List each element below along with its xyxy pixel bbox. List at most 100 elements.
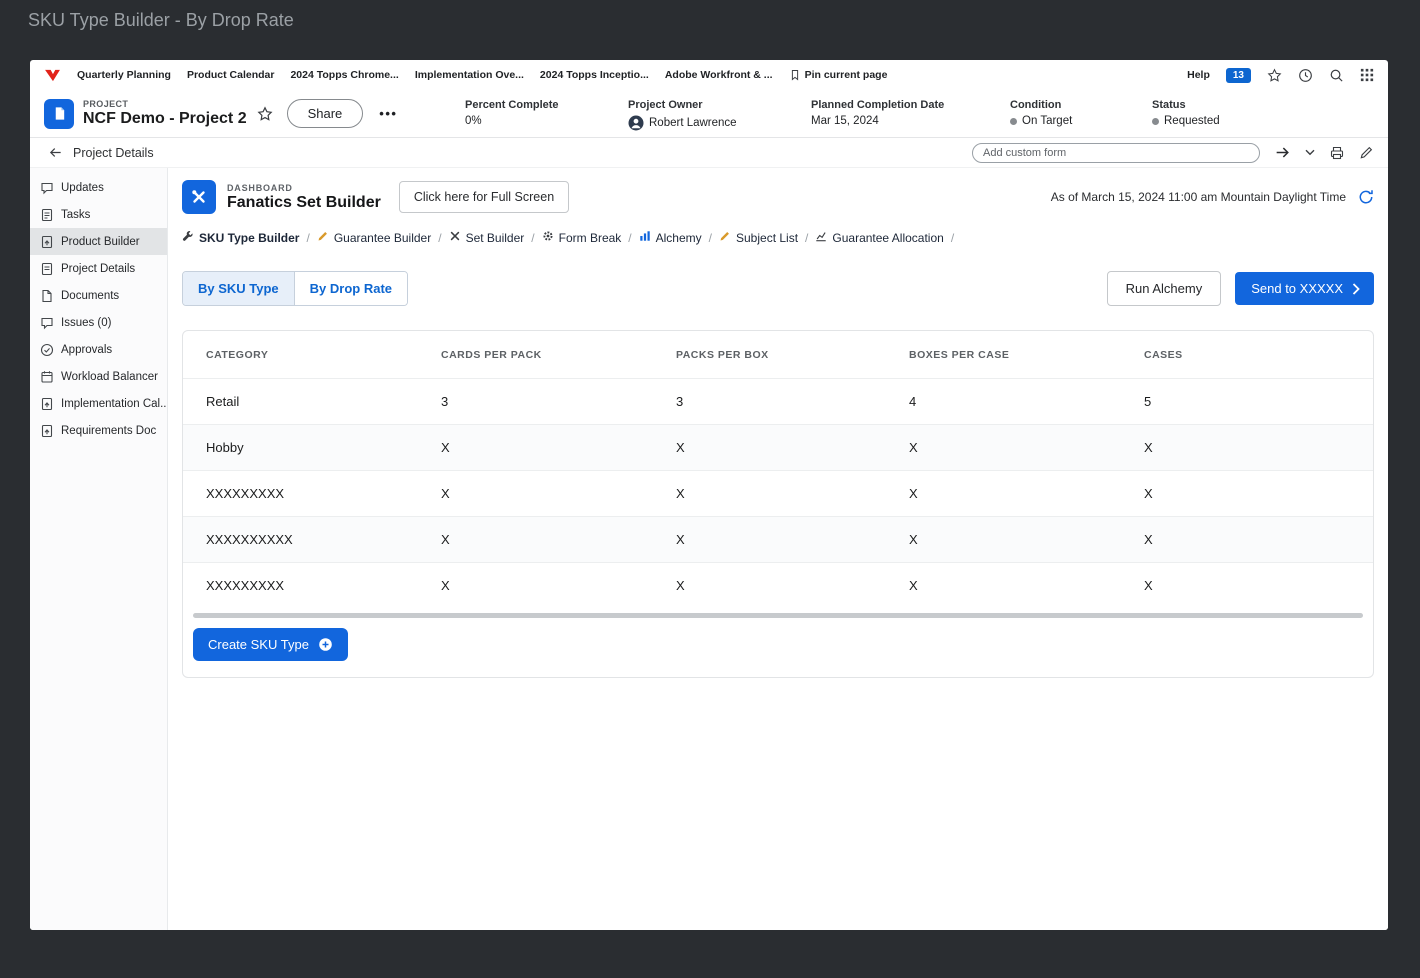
sidebar-item-approvals[interactable]: Approvals xyxy=(30,336,167,363)
app-body: Updates Tasks Product Builder Project De… xyxy=(30,168,1388,930)
sidebar-item-implementation-calendar[interactable]: Implementation Cal... xyxy=(30,390,167,417)
fullscreen-button[interactable]: Click here for Full Screen xyxy=(398,181,570,213)
table-row[interactable]: XXXXXXXXX X X X X xyxy=(183,562,1373,608)
sidebar-item-documents[interactable]: Documents xyxy=(30,282,167,309)
cell-category: XXXXXXXXX xyxy=(206,578,285,593)
column-header: PACKS PER BOX xyxy=(676,348,769,361)
field-label: Project Owner xyxy=(628,99,703,111)
create-sku-type-button[interactable]: Create SKU Type xyxy=(193,628,348,661)
back-arrow-icon[interactable] xyxy=(48,145,63,160)
bookmark-item[interactable]: Quarterly Planning xyxy=(77,69,171,81)
nav-link-subject-list[interactable]: Subject List xyxy=(719,230,798,245)
notification-badge[interactable]: 13 xyxy=(1225,67,1251,83)
secondary-toolbar: Project Details xyxy=(30,138,1388,168)
tab-by-drop-rate[interactable]: By Drop Rate xyxy=(293,272,408,305)
cell-cards-per-pack: X xyxy=(441,578,450,593)
sidebar-item-workload-balancer[interactable]: Workload Balancer xyxy=(30,363,167,390)
asof-timestamp: As of March 15, 2024 11:00 am Mountain D… xyxy=(1050,190,1346,204)
table-row[interactable]: Hobby X X X X xyxy=(183,424,1373,470)
nav-link-guarantee-builder[interactable]: Guarantee Builder xyxy=(317,230,431,245)
bookmark-item[interactable]: 2024 Topps Chrome... xyxy=(290,69,398,81)
cell-cases: X xyxy=(1144,440,1153,455)
horizontal-scrollbar[interactable] xyxy=(193,613,1363,618)
table-row[interactable]: Retail 3 3 4 5 xyxy=(183,378,1373,424)
builder-doc-icon xyxy=(40,235,54,249)
sku-table-card: CATEGORY CARDS PER PACK PACKS PER BOX BO… xyxy=(182,330,1374,678)
project-title-block: PROJECT NCF Demo - Project 2 xyxy=(83,99,247,128)
sidebar-label: Tasks xyxy=(61,208,91,221)
apps-grid-icon[interactable] xyxy=(1360,68,1374,82)
field-label: Percent Complete xyxy=(465,99,559,111)
share-button[interactable]: Share xyxy=(286,99,364,128)
sidebar-item-tasks[interactable]: Tasks xyxy=(30,201,167,228)
comment-icon xyxy=(40,181,54,195)
bookmarks-bar: Quarterly Planning Product Calendar 2024… xyxy=(30,60,1388,90)
sidebar-label: Project Details xyxy=(61,262,136,275)
bookmark-item[interactable]: Product Calendar xyxy=(187,69,275,81)
nav-link-set-builder[interactable]: Set Builder xyxy=(449,230,524,245)
search-icon[interactable] xyxy=(1329,68,1344,83)
nav-link-alchemy[interactable]: Alchemy xyxy=(639,230,702,245)
help-link[interactable]: Help xyxy=(1187,69,1210,81)
back-label[interactable]: Project Details xyxy=(73,146,154,160)
clock-icon[interactable] xyxy=(1298,68,1313,83)
window-caption: SKU Type Builder - By Drop Rate xyxy=(28,10,294,30)
forward-arrow-icon[interactable] xyxy=(1274,144,1291,161)
bookmark-item[interactable]: Adobe Workfront & ... xyxy=(665,69,773,81)
cell-packs-per-box: X xyxy=(676,578,685,593)
cell-boxes-per-case: X xyxy=(909,532,918,547)
check-circle-icon xyxy=(40,343,54,357)
favorite-star-icon[interactable] xyxy=(257,105,273,122)
pin-current-page-button[interactable]: Pin current page xyxy=(789,69,888,81)
cell-cases: X xyxy=(1144,578,1153,593)
cell-cards-per-pack: 3 xyxy=(441,394,449,409)
bookmark-item[interactable]: Implementation Ove... xyxy=(415,69,524,81)
sidebar-item-issues[interactable]: Issues (0) xyxy=(30,309,167,336)
field-label: Planned Completion Date xyxy=(811,99,945,111)
project-eyebrow: PROJECT xyxy=(83,99,129,109)
field-label: Condition xyxy=(1010,99,1062,111)
send-to-button[interactable]: Send to XXXXX xyxy=(1235,272,1374,305)
star-icon[interactable] xyxy=(1267,68,1282,83)
dashboard-header: DASHBOARD Fanatics Set Builder Click her… xyxy=(182,180,1374,214)
workfront-logo-icon[interactable] xyxy=(44,69,61,82)
plus-circle-icon xyxy=(318,637,333,652)
left-nav: Updates Tasks Product Builder Project De… xyxy=(30,168,168,930)
sidebar-item-requirements-doc[interactable]: Requirements Doc xyxy=(30,417,167,444)
nav-link-guarantee-allocation[interactable]: Guarantee Allocation xyxy=(815,230,944,245)
printer-icon[interactable] xyxy=(1329,145,1345,161)
sidebar-item-product-builder[interactable]: Product Builder xyxy=(30,228,167,255)
edit-pencil-icon[interactable] xyxy=(1359,145,1374,160)
cell-boxes-per-case: X xyxy=(909,486,918,501)
sidebar-label: Updates xyxy=(61,181,104,194)
field-value: Mar 15, 2024 xyxy=(811,115,879,127)
field-value: Requested xyxy=(1164,115,1220,127)
sidebar-label: Workload Balancer xyxy=(61,370,158,383)
table-row[interactable]: XXXXXXXXXX X X X X xyxy=(183,516,1373,562)
sidebar-label: Documents xyxy=(61,289,120,302)
project-app-icon[interactable] xyxy=(44,98,74,129)
table-row[interactable]: XXXXXXXXX X X X X xyxy=(183,470,1373,516)
nav-link-sku-type-builder[interactable]: SKU Type Builder xyxy=(182,230,299,245)
chevron-down-icon[interactable] xyxy=(1305,149,1315,156)
custom-form-input[interactable] xyxy=(972,142,1260,163)
bookmark-item[interactable]: 2024 Topps Inceptio... xyxy=(540,69,649,81)
nav-link-form-break[interactable]: Form Break xyxy=(542,230,621,245)
more-options-button[interactable]: ••• xyxy=(379,106,397,121)
document-icon xyxy=(40,289,54,303)
sidebar-item-project-details[interactable]: Project Details xyxy=(30,255,167,282)
cell-cards-per-pack: X xyxy=(441,532,450,547)
sidebar-item-updates[interactable]: Updates xyxy=(30,174,167,201)
field-planned-completion: Planned Completion Date Mar 15, 2024 xyxy=(811,99,944,127)
sidebar-label: Requirements Doc xyxy=(61,424,157,437)
refresh-icon[interactable] xyxy=(1358,189,1374,205)
pin-label: Pin current page xyxy=(804,69,888,81)
table-header-row: CATEGORY CARDS PER PACK PACKS PER BOX BO… xyxy=(183,331,1373,378)
cell-cases: 5 xyxy=(1144,394,1152,409)
cell-cards-per-pack: X xyxy=(441,440,450,455)
calendar-icon xyxy=(40,370,54,384)
tab-by-sku-type[interactable]: By SKU Type xyxy=(183,272,294,305)
run-alchemy-button[interactable]: Run Alchemy xyxy=(1106,271,1222,306)
doc-icon xyxy=(40,424,54,438)
column-header: CARDS PER PACK xyxy=(441,348,542,361)
